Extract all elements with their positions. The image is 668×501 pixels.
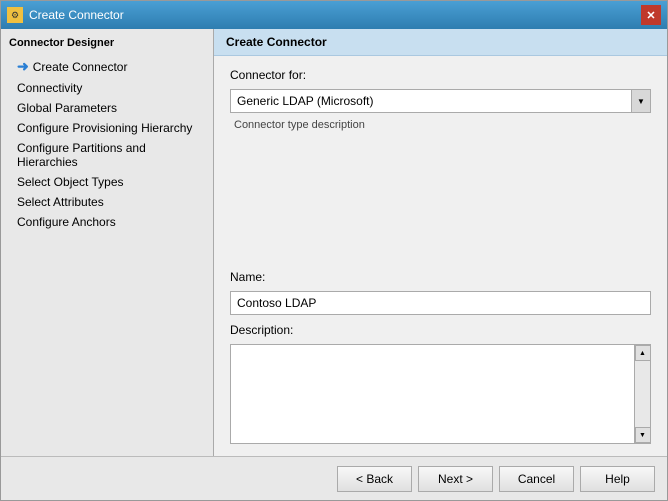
- scroll-up-button[interactable]: ▲: [635, 345, 651, 361]
- sidebar-item-configure-anchors[interactable]: Configure Anchors: [1, 212, 213, 232]
- sidebar-item-global-parameters[interactable]: Global Parameters: [1, 98, 213, 118]
- name-label: Name:: [230, 270, 651, 284]
- right-panel-header: Create Connector: [214, 29, 667, 56]
- sidebar-item-create-connector[interactable]: ➜ Create Connector: [1, 55, 213, 78]
- description-section: Description: ▲ ▼: [230, 323, 651, 444]
- close-button[interactable]: ✕: [641, 5, 661, 25]
- sidebar-item-connectivity[interactable]: Connectivity: [1, 78, 213, 98]
- back-button[interactable]: < Back: [337, 466, 412, 492]
- spacer: [230, 141, 651, 262]
- description-textarea[interactable]: [231, 345, 634, 443]
- scroll-down-button[interactable]: ▼: [635, 427, 651, 443]
- sidebar: Connector Designer ➜ Create Connector Co…: [1, 29, 214, 456]
- right-panel: Create Connector Connector for: Generic …: [214, 29, 667, 456]
- help-button[interactable]: Help: [580, 466, 655, 492]
- connector-type-select[interactable]: Generic LDAP (Microsoft) Active Director…: [230, 89, 651, 113]
- sidebar-item-configure-provisioning[interactable]: Configure Provisioning Hierarchy: [1, 118, 213, 138]
- title-bar: ⚙ Create Connector ✕: [1, 1, 667, 29]
- sidebar-item-select-attributes[interactable]: Select Attributes: [1, 192, 213, 212]
- svg-text:⚙: ⚙: [11, 10, 19, 20]
- sidebar-item-select-object-types[interactable]: Select Object Types: [1, 172, 213, 192]
- active-arrow-icon: ➜: [17, 58, 29, 75]
- sidebar-item-label: Select Object Types: [17, 175, 124, 189]
- scrollbar-vertical[interactable]: ▲ ▼: [634, 345, 650, 443]
- scroll-track: [635, 361, 650, 427]
- cancel-button[interactable]: Cancel: [499, 466, 574, 492]
- connector-for-section: Connector for: Generic LDAP (Microsoft) …: [230, 68, 651, 133]
- button-bar: < Back Next > Cancel Help: [1, 456, 667, 500]
- sidebar-item-label: Configure Partitions and Hierarchies: [17, 141, 205, 169]
- sidebar-header: Connector Designer: [1, 33, 213, 55]
- description-label: Description:: [230, 323, 651, 337]
- next-button[interactable]: Next >: [418, 466, 493, 492]
- sidebar-item-label: Configure Anchors: [17, 215, 116, 229]
- window-title: Create Connector: [29, 8, 124, 22]
- sidebar-item-label: Global Parameters: [17, 101, 117, 115]
- sidebar-item-label: Configure Provisioning Hierarchy: [17, 121, 192, 135]
- connector-type-select-wrapper: Generic LDAP (Microsoft) Active Director…: [230, 89, 651, 113]
- main-window: ⚙ Create Connector ✕ Connector Designer …: [0, 0, 668, 501]
- name-section: Name:: [230, 270, 651, 315]
- connector-for-label: Connector for:: [230, 68, 651, 82]
- sidebar-item-label: Select Attributes: [17, 195, 104, 209]
- name-input[interactable]: [230, 291, 651, 315]
- title-bar-left: ⚙ Create Connector: [7, 7, 124, 23]
- window-icon: ⚙: [7, 7, 23, 23]
- sidebar-item-configure-partitions[interactable]: Configure Partitions and Hierarchies: [1, 138, 213, 172]
- connector-type-description: Connector type description: [230, 117, 651, 133]
- description-textarea-wrapper: ▲ ▼: [230, 344, 651, 444]
- sidebar-item-label: Create Connector: [33, 60, 128, 74]
- right-panel-content: Connector for: Generic LDAP (Microsoft) …: [214, 56, 667, 456]
- sidebar-item-label: Connectivity: [17, 81, 82, 95]
- main-content: Connector Designer ➜ Create Connector Co…: [1, 29, 667, 456]
